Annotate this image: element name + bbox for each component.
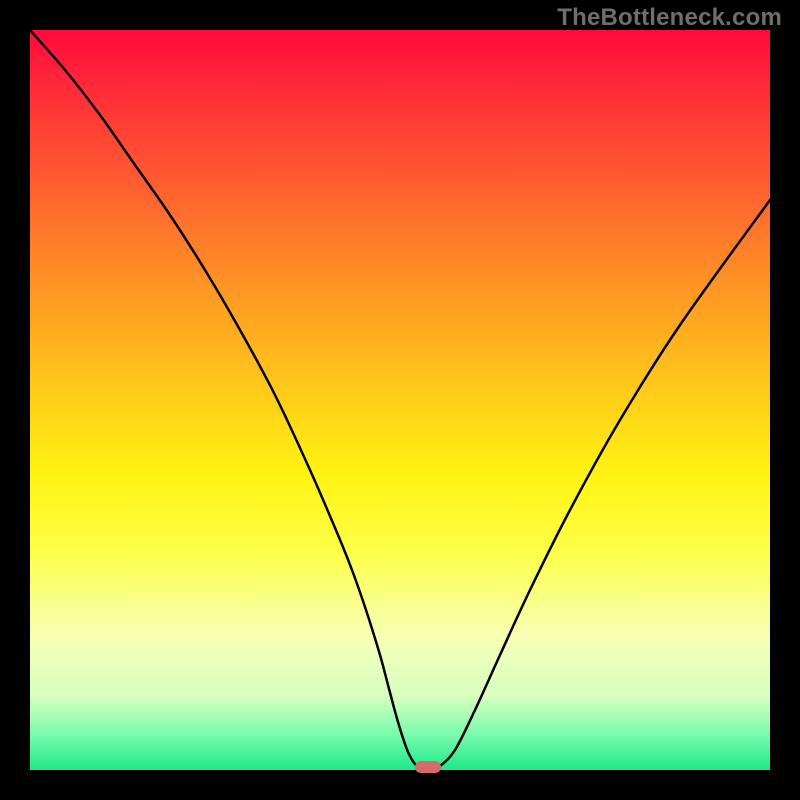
bottleneck-curve: [30, 30, 770, 770]
plot-area: [30, 30, 770, 770]
watermark-text: TheBottleneck.com: [557, 4, 782, 32]
chart-container: TheBottleneck.com: [0, 0, 800, 800]
optimal-marker: [415, 761, 441, 773]
